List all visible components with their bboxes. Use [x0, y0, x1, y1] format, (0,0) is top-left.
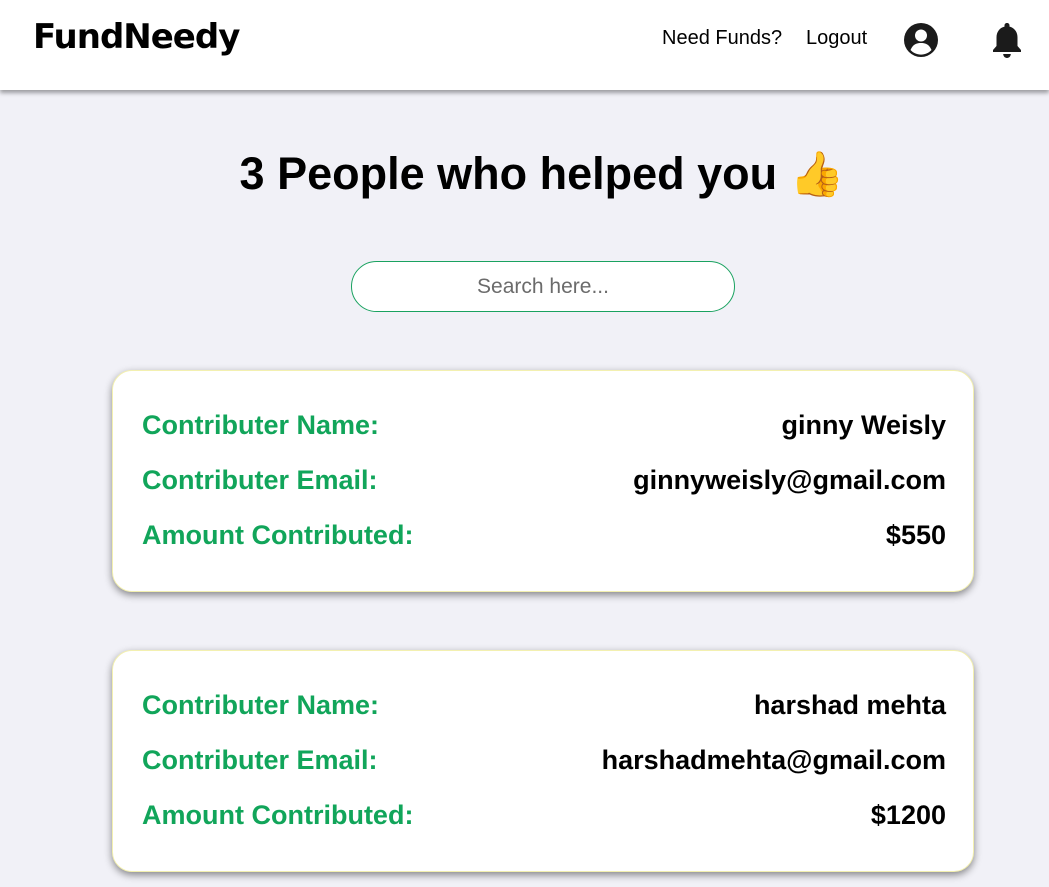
contribution-amount-row: Amount Contributed: $550 — [142, 520, 946, 554]
contributor-email-label: Contributer Email: — [142, 465, 378, 495]
contributor-email-value: harshadmehta@gmail.com — [601, 745, 946, 775]
contribution-amount-label: Amount Contributed: — [142, 520, 414, 550]
contributor-name-label: Contributer Name: — [142, 690, 380, 720]
logout-link[interactable]: Logout — [806, 27, 867, 50]
page-title: 3 People who helped you 👍 — [0, 148, 1049, 200]
contributor-name-value: harshad mehta — [753, 690, 946, 720]
contributor-email-value: ginnyweisly@gmail.com — [633, 465, 946, 495]
bell-icon[interactable] — [990, 21, 1024, 59]
thumbs-up-icon: 👍 — [789, 150, 845, 199]
contribution-amount-label: Amount Contributed: — [142, 800, 414, 830]
contributor-email-row: Contributer Email: harshadmehta@gmail.co… — [142, 745, 946, 779]
contribution-amount-value: $1200 — [870, 800, 946, 830]
contribution-amount-row: Amount Contributed: $1200 — [142, 800, 946, 834]
contributor-name-row: Contributer Name: harshad mehta — [142, 690, 946, 724]
contributor-card: Contributer Name: ginny Weisly Contribut… — [112, 370, 974, 592]
account-circle-icon[interactable] — [903, 22, 939, 58]
need-funds-link[interactable]: Need Funds? — [662, 27, 782, 50]
contributor-email-row: Contributer Email: ginnyweisly@gmail.com — [142, 465, 946, 499]
app-logo[interactable]: FundNeedy — [33, 17, 240, 57]
contribution-amount-value: $550 — [885, 520, 946, 550]
top-navbar: FundNeedy Need Funds? Logout — [0, 0, 1049, 90]
page-title-text: 3 People who helped you — [239, 148, 778, 199]
contributor-name-label: Contributer Name: — [142, 410, 380, 440]
contributor-email-label: Contributer Email: — [142, 745, 378, 775]
contributor-name-row: Contributer Name: ginny Weisly — [142, 410, 946, 444]
contributor-card: Contributer Name: harshad mehta Contribu… — [112, 650, 974, 872]
contributor-name-value: ginny Weisly — [781, 410, 946, 440]
search-input[interactable] — [351, 261, 735, 312]
